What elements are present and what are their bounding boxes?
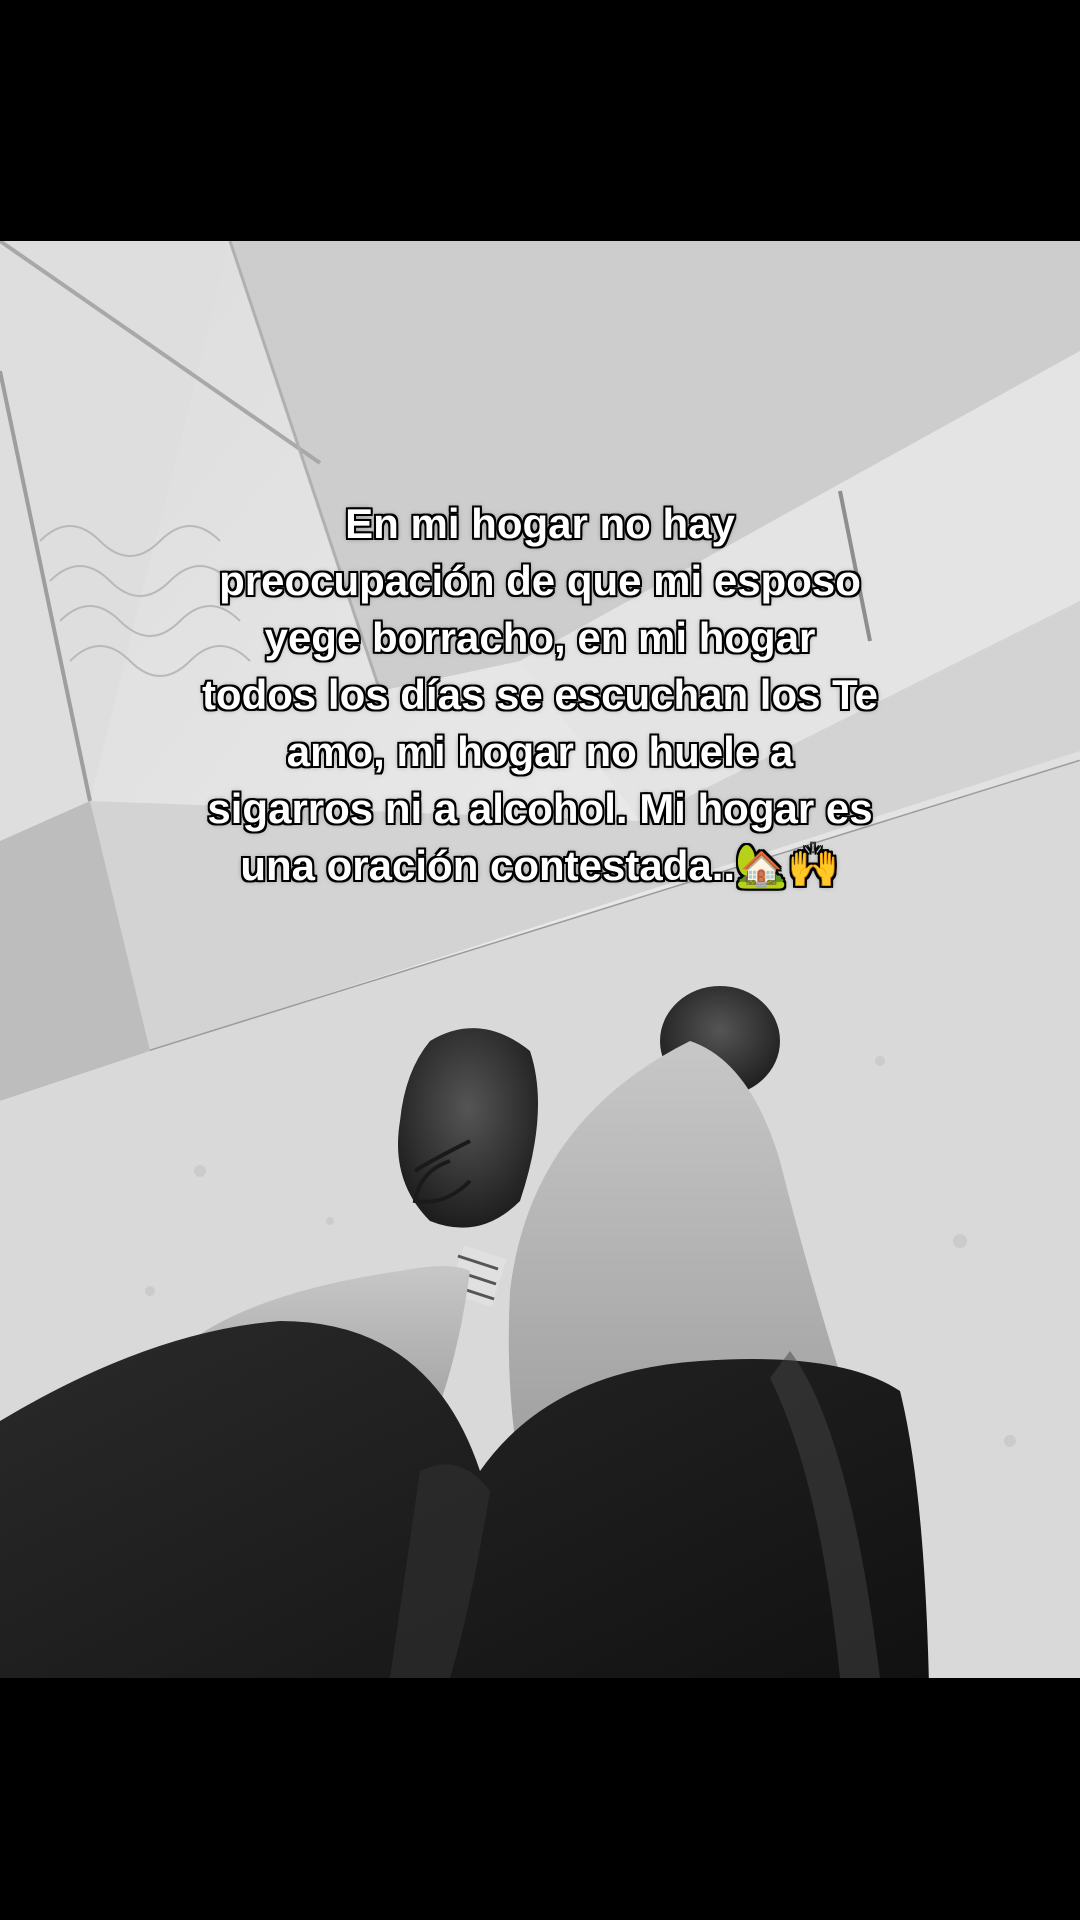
- caption-line: En mi hogar no hay: [345, 500, 735, 547]
- caption-line: yege borracho, en mi hogar: [264, 614, 816, 661]
- caption-line: sigarros ni a alcohol. Mi hogar es: [207, 785, 873, 832]
- video-frame: En mi hogar no hay preocupación de que m…: [0, 0, 1080, 1920]
- background-photo: [0, 241, 1080, 1678]
- caption-line: amo, mi hogar no huele a: [286, 728, 794, 775]
- caption-line: una oración contestada..: [240, 842, 736, 889]
- house-icon: 🏡: [735, 841, 788, 890]
- caption-line: todos los días se escuchan los Te: [201, 671, 879, 718]
- caption-line: preocupación de que mi esposo: [219, 557, 861, 604]
- caption-text: En mi hogar no hay preocupación de que m…: [150, 495, 930, 894]
- raised-hands-icon: 🙌: [787, 841, 840, 890]
- feet-on-concrete-illustration: [0, 241, 1080, 1678]
